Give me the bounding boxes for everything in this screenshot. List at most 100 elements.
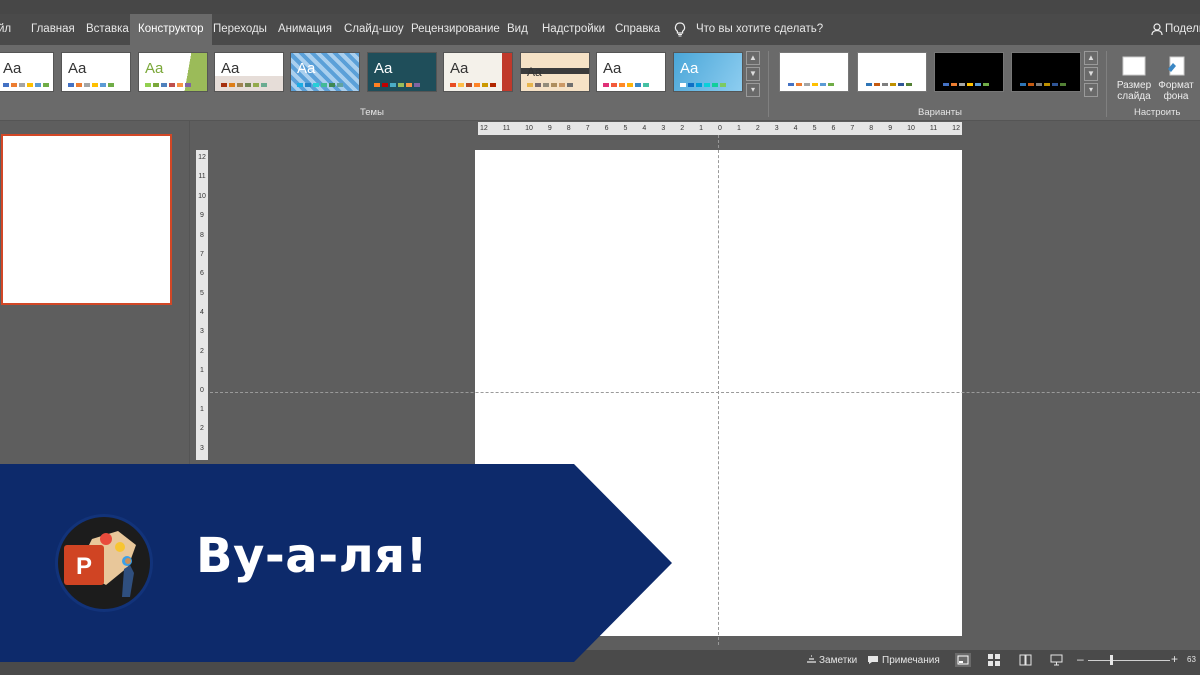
ruler-tick-label: 4 — [200, 309, 204, 316]
zoom-level[interactable]: 63 — [1187, 655, 1196, 664]
theme-thumb[interactable]: Aa — [367, 52, 437, 92]
ribbon-tab-bar: йл Главная Вставка Конструктор Переходы … — [0, 14, 1200, 45]
tab-home[interactable]: Главная — [31, 14, 75, 45]
ruler-tick-label: 11 — [929, 125, 938, 132]
svg-text:P: P — [76, 553, 92, 580]
group-label-customize: Настроить — [1134, 107, 1181, 118]
variant-thumb[interactable] — [779, 52, 849, 92]
ruler-tick-label: 12 — [198, 154, 206, 161]
ruler-tick-label: 2 — [755, 125, 760, 132]
zoom-slider[interactable] — [1088, 660, 1170, 661]
vertical-ruler: 12 11 10 9 8 7 6 5 4 3 2 1 0 1 2 3 — [196, 150, 208, 460]
group-label-variants: Варианты — [918, 107, 962, 118]
ruler-tick-label: 6 — [831, 125, 836, 132]
ruler-tick-label: 10 — [907, 125, 915, 132]
ruler-tick-label: 0 — [718, 125, 722, 132]
slide-size-button[interactable]: Размер слайда — [1114, 55, 1154, 102]
tab-file[interactable]: йл — [0, 14, 11, 45]
theme-thumb[interactable]: Aa — [443, 52, 513, 92]
slide-sorter-icon[interactable] — [988, 654, 1000, 669]
ruler-tick-label: 0 — [200, 386, 204, 394]
ruler-tick-label: 1 — [736, 125, 741, 132]
ruler-tick-label: 3 — [774, 125, 779, 132]
zoom-out-icon[interactable]: – — [1077, 652, 1084, 666]
ruler-tick-label: 4 — [642, 125, 647, 132]
format-background-button[interactable]: Формат фона — [1156, 55, 1196, 102]
ruler-tick-label: 3 — [200, 328, 204, 336]
format-background-icon — [1168, 56, 1185, 76]
theme-thumb[interactable]: Aa — [520, 52, 590, 92]
design-ribbon: Aa Aa Aa Aa Aa Aa Aa Aa Aa Aa ▲ ▼ ▾ Темы — [0, 45, 1200, 121]
tab-review[interactable]: Рецензирование — [411, 14, 500, 45]
ruler-tick-label: 8 — [869, 125, 874, 132]
share-button[interactable]: Подели — [1165, 14, 1200, 45]
zoom-slider-thumb[interactable] — [1110, 655, 1113, 665]
theme-thumb[interactable]: Aa — [0, 52, 54, 92]
ruler-tick-label: 9 — [200, 212, 204, 220]
horizontal-guide — [210, 392, 1200, 393]
ruler-tick-label: 11 — [198, 173, 206, 181]
chevron-up-icon[interactable]: ▲ — [1084, 51, 1098, 65]
tab-view[interactable]: Вид — [507, 14, 528, 45]
more-variants-icon[interactable]: ▾ — [1084, 83, 1098, 97]
notes-button[interactable]: Заметки — [819, 655, 857, 666]
tab-addins[interactable]: Надстройки — [542, 14, 605, 45]
slide-thumbnail[interactable] — [1, 134, 172, 305]
comment-icon — [867, 655, 879, 668]
ruler-tick-label: 12 — [480, 125, 488, 132]
banner-title: Ву-а-ля! — [196, 528, 428, 584]
ruler-tick-label: 8 — [200, 231, 204, 239]
theme-thumb[interactable]: Aa — [138, 52, 208, 92]
ruler-tick-label: 2 — [200, 347, 204, 355]
reading-view-icon[interactable] — [1019, 654, 1032, 669]
zoom-in-icon[interactable]: + — [1171, 652, 1178, 666]
ruler-tick-label: 3 — [200, 444, 204, 452]
tell-me-box[interactable]: Что вы хотите сделать? — [696, 14, 823, 45]
person-icon — [1151, 23, 1163, 41]
tab-animations[interactable]: Анимация — [278, 14, 332, 45]
ruler-tick-label: 12 — [952, 125, 960, 132]
slide-size-label: Размер слайда — [1116, 80, 1152, 102]
variant-thumb[interactable] — [934, 52, 1004, 92]
variant-thumb[interactable] — [857, 52, 927, 92]
ruler-tick-label: 4 — [793, 125, 798, 132]
theme-thumb[interactable]: Aa — [673, 52, 743, 92]
theme-thumb[interactable]: Aa — [596, 52, 666, 92]
ruler-tick-label: 7 — [200, 250, 204, 258]
ruler-tick-label: 2 — [680, 125, 685, 132]
theme-thumb[interactable]: Aa — [214, 52, 284, 92]
ruler-tick-label: 3 — [661, 125, 666, 132]
chevron-down-icon[interactable]: ▼ — [746, 67, 760, 81]
ruler-tick-label: 7 — [850, 125, 855, 132]
ruler-tick-label: 7 — [585, 125, 590, 132]
tab-help[interactable]: Справка — [615, 14, 660, 45]
theme-thumb[interactable]: Aa — [61, 52, 131, 92]
slideshow-icon[interactable] — [1050, 654, 1063, 669]
ruler-tick-label: 10 — [525, 125, 533, 132]
tab-slideshow[interactable]: Слайд-шоу — [344, 14, 404, 45]
title-bar — [0, 0, 1200, 14]
comments-button[interactable]: Примечания — [882, 655, 940, 666]
lightbulb-icon — [674, 22, 686, 42]
ruler-tick-label: 10 — [198, 192, 206, 200]
chevron-down-icon[interactable]: ▼ — [1084, 67, 1098, 81]
format-background-label: Формат фона — [1158, 80, 1194, 102]
chevron-up-icon[interactable]: ▲ — [746, 51, 760, 65]
tab-design[interactable]: Конструктор — [130, 14, 212, 45]
more-themes-icon[interactable]: ▾ — [746, 83, 760, 97]
ruler-tick-label: 5 — [812, 125, 817, 132]
theme-thumb[interactable]: Aa — [290, 52, 360, 92]
ruler-tick-label: 9 — [547, 125, 552, 132]
normal-view-icon[interactable] — [955, 653, 971, 667]
ruler-tick-label: 5 — [623, 125, 628, 132]
ruler-tick-label: 6 — [604, 125, 609, 132]
variant-thumb[interactable] — [1011, 52, 1081, 92]
ruler-tick-label: 5 — [200, 289, 204, 297]
tab-transitions[interactable]: Переходы — [213, 14, 267, 45]
ruler-tick-label: 11 — [502, 125, 511, 132]
ribbon-separator — [768, 51, 769, 117]
ruler-tick-label: 9 — [888, 125, 893, 132]
ruler-tick-label: 6 — [200, 270, 204, 278]
tab-insert[interactable]: Вставка — [86, 14, 129, 45]
ribbon-separator — [1106, 51, 1107, 117]
